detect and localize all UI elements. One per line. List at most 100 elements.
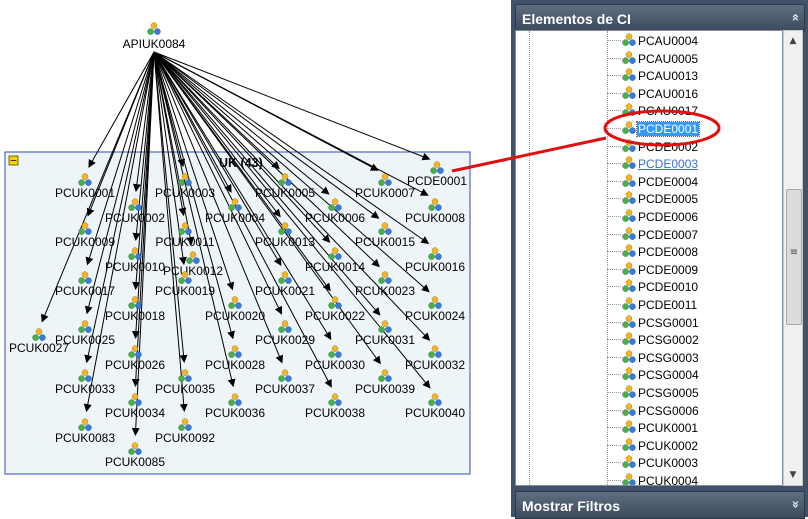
- tree-item[interactable]: PCUK0004: [516, 472, 782, 485]
- ci-node-label: PCUK0013: [255, 235, 315, 249]
- tree-item-label[interactable]: PCDE0008: [637, 245, 699, 259]
- double-chevron-up-icon[interactable]: «: [787, 13, 802, 21]
- tree-item-label[interactable]: PCDE0007: [637, 228, 699, 242]
- ci-icon: [622, 367, 636, 381]
- tree-item-label[interactable]: PCDE0010: [637, 280, 699, 294]
- tree-item-label[interactable]: PCSG0006: [637, 404, 700, 418]
- tree-connector: [607, 339, 621, 341]
- tree-item-label[interactable]: PCDE0009: [637, 263, 699, 277]
- grip-icon: ≡: [789, 247, 799, 258]
- root-node-label[interactable]: APIUK0084: [123, 37, 186, 51]
- ci-icon: [622, 244, 636, 258]
- tree-item-label[interactable]: PCSG0004: [637, 368, 700, 382]
- double-chevron-down-icon[interactable]: »: [787, 500, 802, 508]
- tree-item[interactable]: PCDE0006: [516, 208, 782, 226]
- tree-item[interactable]: PCDE0004: [516, 173, 782, 191]
- tree-item[interactable]: PCSG0005: [516, 384, 782, 402]
- tree-item-label[interactable]: PCAU0013: [637, 69, 699, 83]
- tree-connector: [607, 427, 621, 429]
- tree-item[interactable]: PCSG0004: [516, 366, 782, 384]
- tree-connector: [607, 75, 621, 77]
- tree-item-label[interactable]: PCUK0001: [637, 421, 699, 435]
- tree-connector: [607, 392, 621, 393]
- tree-item-label[interactable]: PCDE0001: [635, 121, 701, 137]
- tree-item[interactable]: PCAU0017: [516, 102, 782, 120]
- tree-item[interactable]: PCDE0001: [516, 120, 782, 138]
- tree-connector: [607, 198, 621, 200]
- ci-icon: [622, 174, 636, 188]
- tree-connector: [607, 163, 621, 165]
- tree-item[interactable]: PCUK0003: [516, 454, 782, 472]
- tree-item-label[interactable]: PCUK0003: [637, 456, 699, 470]
- ci-panel-header[interactable]: Elementos de CI «: [515, 4, 805, 32]
- tree-item-label[interactable]: PCUK0002: [637, 439, 699, 453]
- filters-panel-header[interactable]: Mostrar Filtros »: [515, 491, 805, 519]
- tree-connector: [607, 128, 621, 129]
- scroll-thumb[interactable]: ≡: [786, 189, 802, 325]
- ci-node-label: PCUK0004: [205, 211, 265, 225]
- tree-item[interactable]: PCDE0010: [516, 278, 782, 296]
- tree-scrollbar[interactable]: ▲ ≡ ▼: [783, 30, 803, 486]
- tree-item-label[interactable]: PCDE0011: [637, 298, 698, 312]
- tree-item[interactable]: PCUK0002: [516, 437, 782, 455]
- tree-item[interactable]: PCAU0016: [516, 85, 782, 103]
- tree-item[interactable]: PCAU0005: [516, 50, 782, 68]
- tree-item[interactable]: PCAU0013: [516, 67, 782, 85]
- tree-connector: [607, 462, 621, 464]
- tree-item[interactable]: PCUK0001: [516, 419, 782, 437]
- tree-item[interactable]: PCDE0008: [516, 243, 782, 261]
- tree-item[interactable]: PCDE0005: [516, 190, 782, 208]
- tree-item[interactable]: PCDE0002: [516, 138, 782, 156]
- tree-connector: [607, 92, 621, 94]
- scroll-up-icon[interactable]: ▲: [785, 33, 801, 49]
- ci-icon: [622, 385, 636, 399]
- tree-item-label[interactable]: PCAU0005: [637, 52, 699, 66]
- tree-item-label[interactable]: PCAU0017: [637, 104, 699, 118]
- tree-item[interactable]: PCSG0002: [516, 331, 782, 349]
- tree-item-label[interactable]: PCUK0004: [637, 474, 699, 485]
- tree-connector: [607, 251, 621, 253]
- dependency-graph[interactable]: − PCUK0001 PCUK0002 PCUK0003 PCUK0004 PCUK00…: [0, 0, 505, 517]
- tree-item[interactable]: PCDE0011: [516, 296, 782, 314]
- tree-item-label[interactable]: PCDE0002: [637, 140, 699, 154]
- tree-item-label[interactable]: PCSG0002: [637, 333, 700, 347]
- tree-connector: [607, 356, 621, 358]
- tree-connector: [607, 444, 621, 446]
- ci-icon: [622, 438, 636, 452]
- ci-icon: [622, 156, 636, 170]
- tree-item[interactable]: PCSG0001: [516, 314, 782, 332]
- ci-node-label: PCUK0083: [55, 431, 115, 445]
- tree-connector: [607, 110, 621, 112]
- ci-node-label: PCUK0014: [305, 260, 365, 274]
- tree-item[interactable]: PCDE0009: [516, 261, 782, 279]
- ci-icon: [622, 402, 636, 417]
- tree-item-label[interactable]: PCSG0005: [637, 386, 700, 400]
- tree-connector: [607, 286, 621, 288]
- scroll-down-icon[interactable]: ▼: [785, 467, 801, 483]
- tree-item[interactable]: PCDE0003: [516, 155, 782, 173]
- filters-panel-title: Mostrar Filtros: [522, 498, 621, 514]
- tree-item[interactable]: PCSG0006: [516, 402, 782, 420]
- tree-item-label[interactable]: PCDE0005: [637, 192, 699, 206]
- ci-node-label: PCUK0030: [305, 358, 365, 372]
- tree-item-label[interactable]: PCSG0001: [637, 316, 700, 330]
- collapse-toggle[interactable]: −: [8, 155, 19, 167]
- ci-node-label: PCUK0024: [405, 309, 465, 323]
- tree-item[interactable]: PCAU0004: [516, 32, 782, 50]
- tree-item[interactable]: PCDE0007: [516, 226, 782, 244]
- tree-item-label[interactable]: PCAU0016: [637, 87, 699, 101]
- tree-item-label[interactable]: PCDE0006: [637, 210, 699, 224]
- tree-connector: [607, 145, 621, 147]
- tree-item-label[interactable]: PCDE0004: [637, 175, 699, 189]
- ci-icon: [622, 86, 636, 100]
- tree-connector: [607, 409, 621, 411]
- tree-item-label[interactable]: PCDE0003: [637, 157, 699, 171]
- tree-item-label[interactable]: PCSG0003: [637, 351, 700, 365]
- ci-icon: [622, 191, 636, 205]
- ci-tree[interactable]: PCAU0004 PCAU0005 PCAU0013 PCAU0016 PCAU0017…: [515, 30, 783, 486]
- ci-node-label: PCUK0010: [105, 260, 165, 274]
- ci-node-label: PCUK0015: [355, 235, 415, 249]
- tree-item-label[interactable]: PCAU0004: [637, 34, 699, 48]
- tree-connector: [607, 40, 621, 41]
- tree-item[interactable]: PCSG0003: [516, 349, 782, 367]
